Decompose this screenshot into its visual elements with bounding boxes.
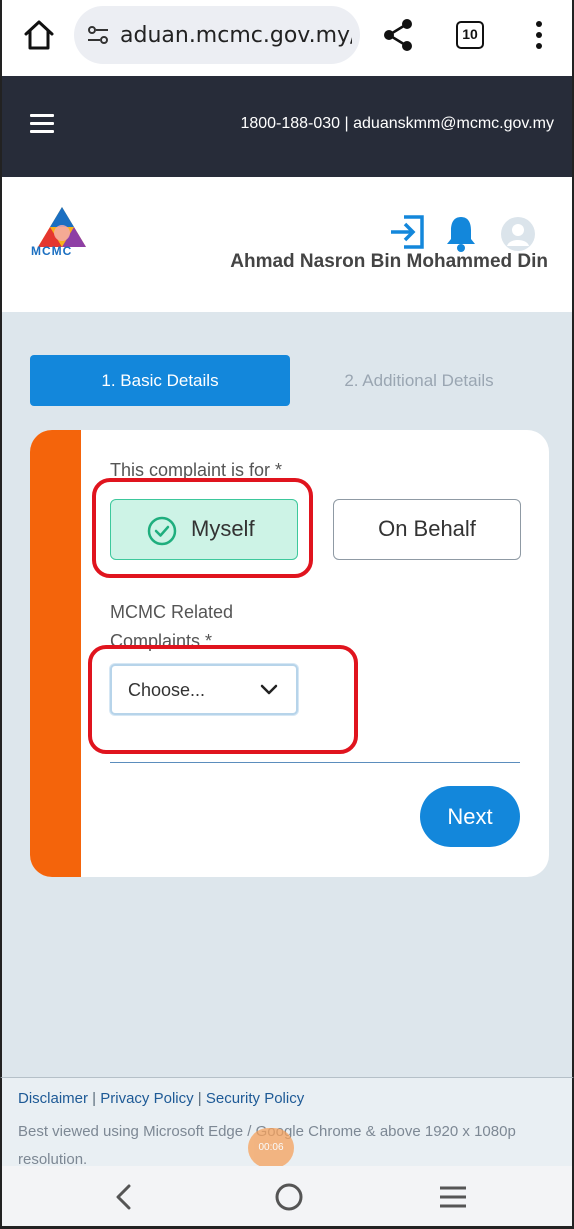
address-bar[interactable]: aduan.mcmc.gov.my/ [74,6,360,64]
footer-links: Disclaimer | Privacy Policy | Security P… [18,1090,304,1107]
tune-icon[interactable] [86,23,110,47]
privacy-policy-link[interactable]: Privacy Policy [100,1090,193,1107]
hamburger-icon[interactable] [30,114,54,134]
option-myself-button[interactable]: Myself [110,499,298,560]
next-button[interactable]: Next [420,786,520,847]
contact-info: 1800-188-030 | aduanskmm@mcmc.gov.my [240,115,554,132]
footer-separator: | [88,1090,101,1107]
url-text[interactable]: aduan.mcmc.gov.my/ [120,23,352,48]
form-divider [110,762,520,763]
related-complaints-label: MCMC Related Complaints * [110,602,234,651]
card-accent-bar [30,430,81,877]
back-icon[interactable] [110,1182,138,1212]
chevron-down-icon [260,684,278,695]
timer-bubble[interactable]: 00:06 [248,1128,294,1168]
logo-text: MCMC [31,244,73,258]
option-myself-label: Myself [191,516,255,541]
nav-home-icon[interactable] [274,1182,304,1212]
security-policy-link[interactable]: Security Policy [206,1090,304,1107]
user-name: Ahmad Nasron Bin Mohammed Din [230,251,548,272]
recent-apps-icon[interactable] [438,1185,468,1209]
related-complaints-select[interactable]: Choose... [110,664,298,715]
bell-icon[interactable] [444,214,478,252]
complaint-for-label: This complaint is for * [110,460,283,480]
tabs-button[interactable]: 10 [456,21,484,49]
share-icon[interactable] [382,18,414,52]
site-header: MCMC Ahmad Nasron Bin Mohammed Din [0,177,574,312]
disclaimer-link[interactable]: Disclaimer [18,1090,88,1107]
tab-additional-details[interactable]: 2. Additional Details [292,355,546,406]
header-actions [388,214,548,254]
avatar-icon[interactable] [500,216,536,252]
more-vert-icon[interactable] [532,20,546,50]
complaint-form-card: This complaint is for * Myself On Behalf… [30,430,549,877]
system-nav-bar [0,1166,574,1229]
home-icon[interactable] [22,18,56,52]
select-value: Choose... [128,680,206,700]
main-content: 1. Basic Details 2. Additional Details T… [0,312,574,1078]
browser-toolbar: aduan.mcmc.gov.my/ 10 [0,0,574,76]
tab-basic-details[interactable]: 1. Basic Details [30,355,290,406]
option-on-behalf-button[interactable]: On Behalf [333,499,521,560]
check-circle-icon [147,516,177,546]
login-icon[interactable] [388,214,426,250]
top-bar: 1800-188-030 | aduanskmm@mcmc.gov.my [0,76,574,177]
footer-separator: | [193,1090,206,1107]
tab-count: 10 [462,26,478,42]
